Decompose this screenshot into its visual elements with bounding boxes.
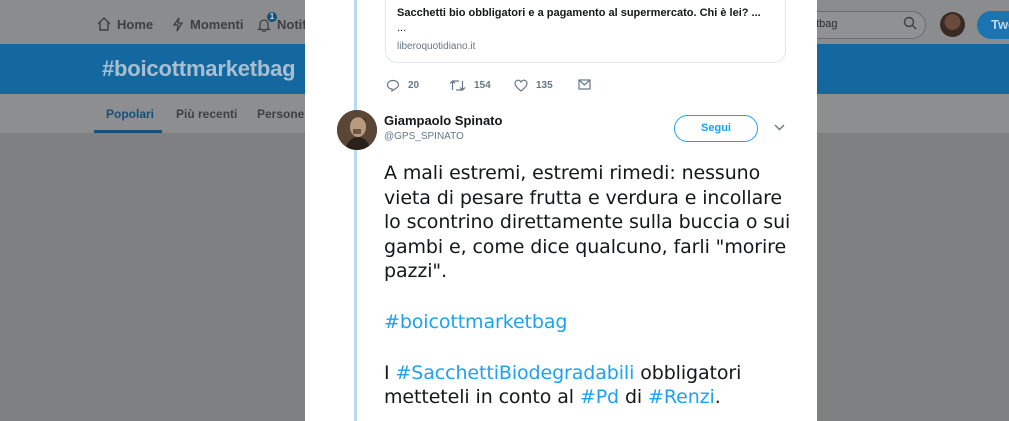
chevron-down-icon[interactable] — [774, 124, 785, 131]
hashtag-link-renzi[interactable]: #Renzi — [648, 386, 715, 408]
tab-popolari[interactable]: Popolari — [106, 107, 154, 121]
hashtag-link-sacchettibiodegradabili[interactable]: #SacchettiBiodegradabili — [395, 362, 634, 384]
tab-persone[interactable]: Persone — [257, 107, 304, 121]
reply-icon — [386, 79, 400, 92]
tweet-paragraph-1: A mali estremi, estremi rimedi: nessuno … — [384, 162, 791, 283]
tab-piu-recenti[interactable]: Più recenti — [176, 107, 237, 121]
nav-notifications[interactable]: Notifi — [257, 14, 310, 34]
direct-message-button[interactable] — [578, 79, 591, 90]
link-card-domain: liberoquotidiano.it — [397, 41, 476, 52]
home-icon — [97, 17, 111, 31]
author-handle[interactable]: @GPS_SPINATO — [384, 131, 464, 142]
reply-button[interactable]: 20 — [386, 79, 419, 92]
hashtag-link-boicottmarketbag[interactable]: #boicottmarketbag — [384, 311, 567, 333]
retweet-count: 154 — [474, 80, 491, 91]
user-avatar[interactable] — [940, 12, 965, 37]
reply-count: 20 — [408, 80, 420, 91]
link-card-title: Sacchetti bio obbligatori e a pagamento … — [397, 7, 761, 19]
envelope-icon — [578, 79, 591, 90]
search-icon[interactable] — [903, 16, 917, 30]
active-tab-indicator — [94, 130, 162, 133]
retweet-button[interactable]: 154 — [449, 79, 491, 92]
link-card-description: ... — [397, 22, 407, 34]
heart-icon — [514, 79, 528, 92]
hashtag-link-pd[interactable]: #Pd — [580, 386, 619, 408]
thread-line — [354, 0, 357, 421]
like-count: 135 — [536, 80, 553, 91]
tweet-text: A mali estremi, estremi rimedi: nessuno … — [384, 161, 794, 410]
author-name[interactable]: Giampaolo Spinato — [384, 113, 502, 128]
nav-moments-label: Momenti — [190, 16, 244, 32]
nav-home[interactable]: Home — [97, 14, 153, 34]
nav-home-label: Home — [117, 16, 154, 32]
notification-badge: 1 — [266, 11, 278, 23]
like-button[interactable]: 135 — [514, 79, 553, 92]
retweet-icon — [449, 80, 466, 91]
tweet-paragraph-3: I #SacchettiBiodegradabili obbligatori m… — [384, 361, 742, 409]
nav-moments[interactable]: Momenti — [172, 14, 243, 34]
lightning-icon — [172, 17, 184, 31]
tweet-button[interactable]: Twe — [977, 11, 1009, 39]
author-avatar[interactable] — [337, 110, 377, 150]
follow-button[interactable]: Segui — [674, 115, 758, 142]
banner-title: #boicottmarketbag — [102, 56, 296, 81]
